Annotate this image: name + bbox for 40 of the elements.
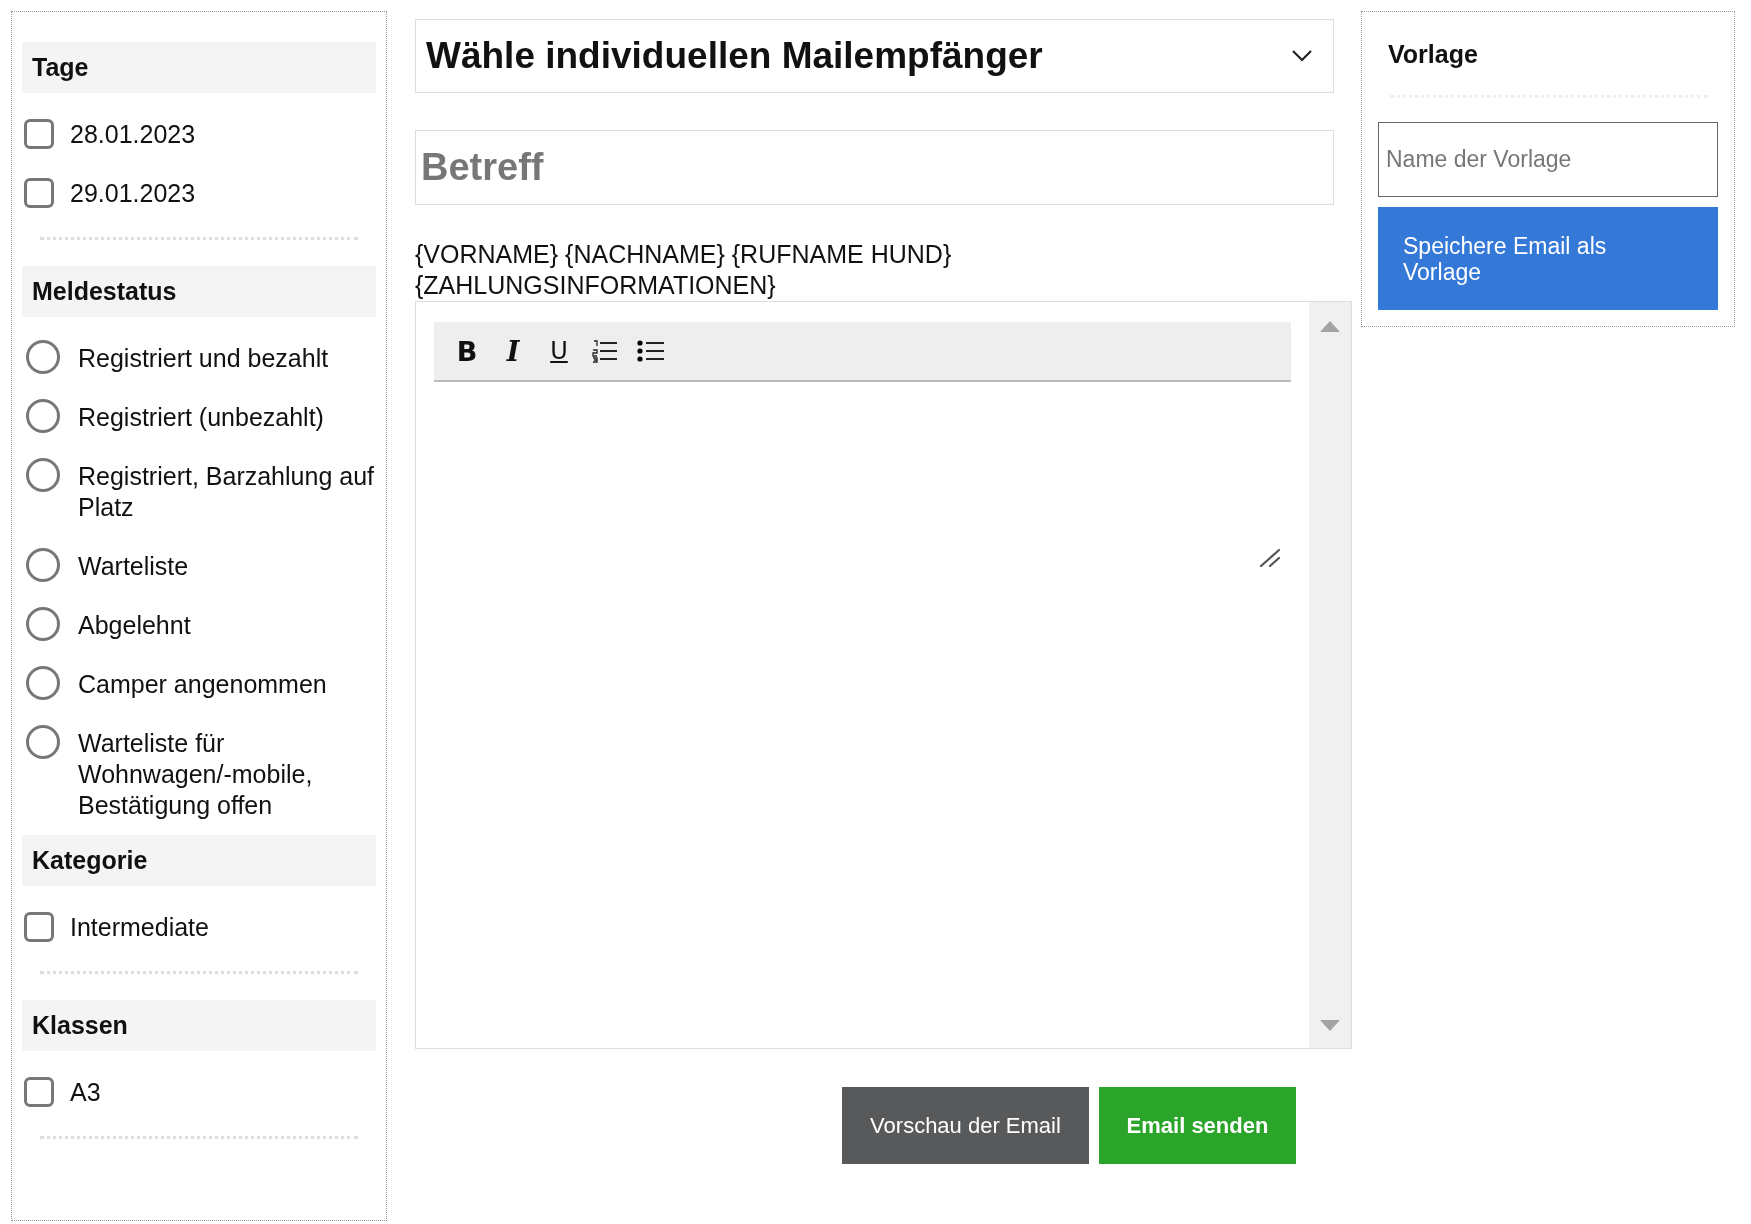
radio-button[interactable] — [26, 666, 60, 700]
option-label: Camper angenommen — [78, 669, 327, 700]
save-template-button[interactable]: Speichere Email als Vorlage — [1378, 207, 1718, 310]
checkbox[interactable] — [24, 1077, 54, 1107]
chevron-down-icon — [1291, 49, 1313, 63]
option-label: Warteliste — [78, 551, 189, 582]
section-heading: Klassen — [22, 1000, 376, 1051]
template-name-field[interactable]: Name der Vorlage — [1378, 122, 1718, 197]
checkbox[interactable] — [24, 119, 54, 149]
editor-box[interactable]: B I U — [415, 301, 1352, 1049]
italic-button[interactable]: I — [496, 335, 530, 367]
option-label: A3 — [70, 1077, 101, 1108]
option-label: Warteliste für Wohnwagen/-mobile, Bestätigung offen — [78, 728, 314, 821]
option-label: Intermediate — [70, 912, 209, 943]
option-label: 28.01.2023 — [70, 119, 196, 150]
merge-fields-text: {ZAHLUNGSINFORMATIONEN} — [415, 270, 777, 301]
checkbox[interactable] — [24, 912, 54, 942]
bold-button[interactable]: B — [450, 335, 484, 367]
radio-button[interactable] — [26, 607, 60, 641]
merge-fields-text: {VORNAME} {NACHNAME} {RUFNAME HUND} — [415, 239, 953, 270]
radio-button[interactable] — [26, 458, 60, 492]
radio-button[interactable] — [26, 340, 60, 374]
section-heading: Meldestatus — [22, 266, 376, 317]
option-label: Registriert (unbezahlt) — [78, 402, 324, 433]
radio-button[interactable] — [26, 725, 60, 759]
checkbox[interactable] — [24, 178, 54, 208]
option-label: Registriert und bezahlt — [78, 343, 329, 374]
option-label: Abgelehnt — [78, 610, 191, 641]
section-heading: Kategorie — [22, 835, 376, 886]
radio-button[interactable] — [26, 548, 60, 582]
subject-field[interactable]: Betreff — [415, 130, 1334, 205]
underline-button[interactable]: U — [542, 337, 576, 365]
option-label: Registriert, Barzahlung auf Platz — [78, 461, 375, 523]
section-heading: Tage — [22, 42, 376, 93]
recipient-dropdown[interactable]: Wähle individuellen Mailempfänger — [415, 19, 1334, 93]
radio-button[interactable] — [26, 399, 60, 433]
preview-button[interactable]: Vorschau der Email — [842, 1087, 1089, 1164]
resize-handle-icon[interactable] — [1259, 547, 1281, 567]
option-label: 29.01.2023 — [70, 178, 196, 209]
template-heading: Vorlage — [1387, 40, 1479, 69]
